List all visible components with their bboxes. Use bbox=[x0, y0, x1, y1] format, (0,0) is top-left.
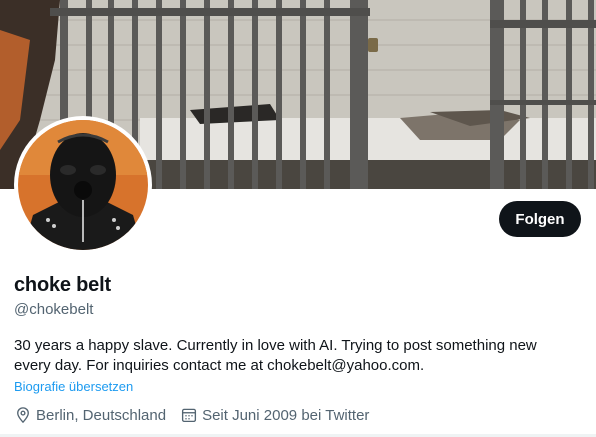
profile-display-name: choke belt bbox=[14, 274, 111, 296]
profile-bio: 30 years a happy slave. Currently in lov… bbox=[14, 337, 537, 374]
profile-avatar[interactable] bbox=[14, 116, 152, 254]
calendar-icon bbox=[182, 408, 197, 423]
avatar-image bbox=[18, 120, 148, 250]
profile-handle: @chokebelt bbox=[14, 301, 94, 318]
profile-meta: Berlin, Deutschland Seit Juni 2009 bei T… bbox=[14, 406, 383, 424]
map-pin-icon bbox=[17, 407, 29, 424]
translate-bio-link[interactable]: Biografie übersetzen bbox=[14, 379, 133, 394]
joined-item: Seit Juni 2009 bei Twitter bbox=[180, 406, 369, 424]
location-item: Berlin, Deutschland bbox=[14, 406, 166, 424]
follow-button[interactable]: Folgen bbox=[499, 201, 581, 237]
location-text: Berlin, Deutschland bbox=[36, 406, 167, 424]
joined-text: Seit Juni 2009 bei Twitter bbox=[202, 406, 370, 424]
